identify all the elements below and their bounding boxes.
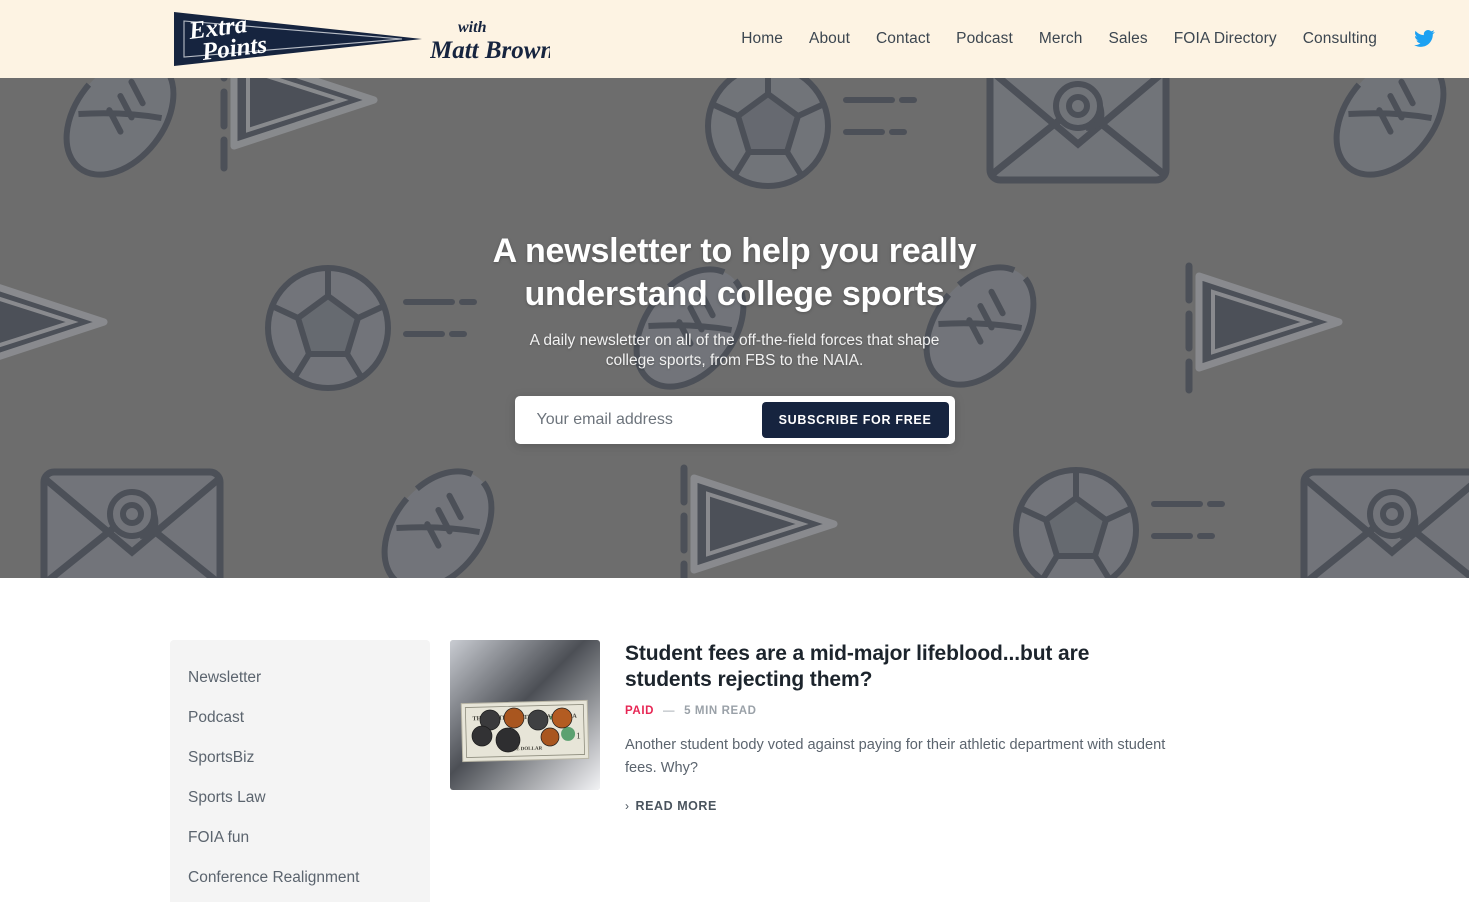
sidebar-item-conference-realignment[interactable]: Conference Realignment — [170, 864, 430, 892]
svg-text:1: 1 — [576, 731, 581, 741]
content-section: Newsletter Podcast SportsBiz Sports Law … — [0, 578, 1469, 902]
svg-text:with: with — [458, 19, 487, 36]
hero-subtitle: A daily newsletter on all of the off-the… — [529, 332, 940, 370]
email-input[interactable] — [520, 410, 762, 429]
sidebar-item-sportsbiz[interactable]: SportsBiz — [170, 744, 430, 772]
nav-item-merch[interactable]: Merch — [1039, 30, 1083, 48]
nav-item-contact[interactable]: Contact — [876, 30, 930, 48]
nav-item-about[interactable]: About — [809, 30, 850, 48]
primary-nav: Home About Contact Podcast Merch Sales F… — [741, 29, 1445, 49]
post-card[interactable]: THE UNITED STATES OF AMERICA ONE DOLLAR … — [430, 640, 1299, 815]
post-title[interactable]: Student fees are a mid-major lifeblood..… — [625, 641, 1165, 694]
nav-item-foia-directory[interactable]: FOIA Directory — [1174, 30, 1277, 48]
nav-item-home[interactable]: Home — [741, 30, 783, 48]
dollar-bill-coins-image: THE UNITED STATES OF AMERICA ONE DOLLAR … — [450, 640, 600, 790]
subscribe-form: SUBSCRIBE FOR FREE — [514, 395, 955, 444]
status-badge-paid: PAID — [625, 704, 655, 717]
sidebar-item-podcast[interactable]: Podcast — [170, 704, 430, 732]
twitter-link[interactable] — [1413, 29, 1435, 49]
hero-title: A newsletter to help you really understa… — [492, 232, 977, 313]
read-more-label: READ MORE — [635, 798, 717, 813]
pennant-logo-icon: Extra Points — [174, 11, 422, 66]
with-matt-brown-script: with Matt Brown — [430, 19, 550, 64]
sidebar-item-foia-fun[interactable]: FOIA fun — [170, 824, 430, 852]
read-more-link[interactable]: › READ MORE — [625, 799, 717, 813]
nav-item-podcast[interactable]: Podcast — [956, 30, 1013, 48]
site-logo[interactable]: Extra Points with Matt Brown — [170, 8, 550, 70]
sidebar-item-sports-law[interactable]: Sports Law — [170, 784, 430, 812]
twitter-icon — [1414, 30, 1435, 47]
svg-text:Matt Brown: Matt Brown — [430, 37, 550, 64]
meta-separator: — — [663, 704, 676, 717]
category-sidebar: Newsletter Podcast SportsBiz Sports Law … — [170, 640, 430, 902]
read-time: 5 MIN READ — [684, 704, 757, 717]
chevron-right-icon: › — [625, 798, 630, 813]
post-meta: PAID — 5 MIN READ — [625, 705, 1299, 717]
nav-item-consulting[interactable]: Consulting — [1303, 30, 1377, 48]
hero-section: A newsletter to help you really understa… — [0, 78, 1469, 578]
post-excerpt: Another student body voted against payin… — [625, 736, 1166, 777]
site-header: Extra Points with Matt Brown Home About … — [0, 0, 1469, 78]
nav-item-sales[interactable]: Sales — [1108, 30, 1147, 48]
post-thumbnail[interactable]: THE UNITED STATES OF AMERICA ONE DOLLAR … — [450, 640, 600, 790]
subscribe-button[interactable]: SUBSCRIBE FOR FREE — [761, 401, 949, 438]
sidebar-item-newsletter[interactable]: Newsletter — [170, 664, 430, 692]
